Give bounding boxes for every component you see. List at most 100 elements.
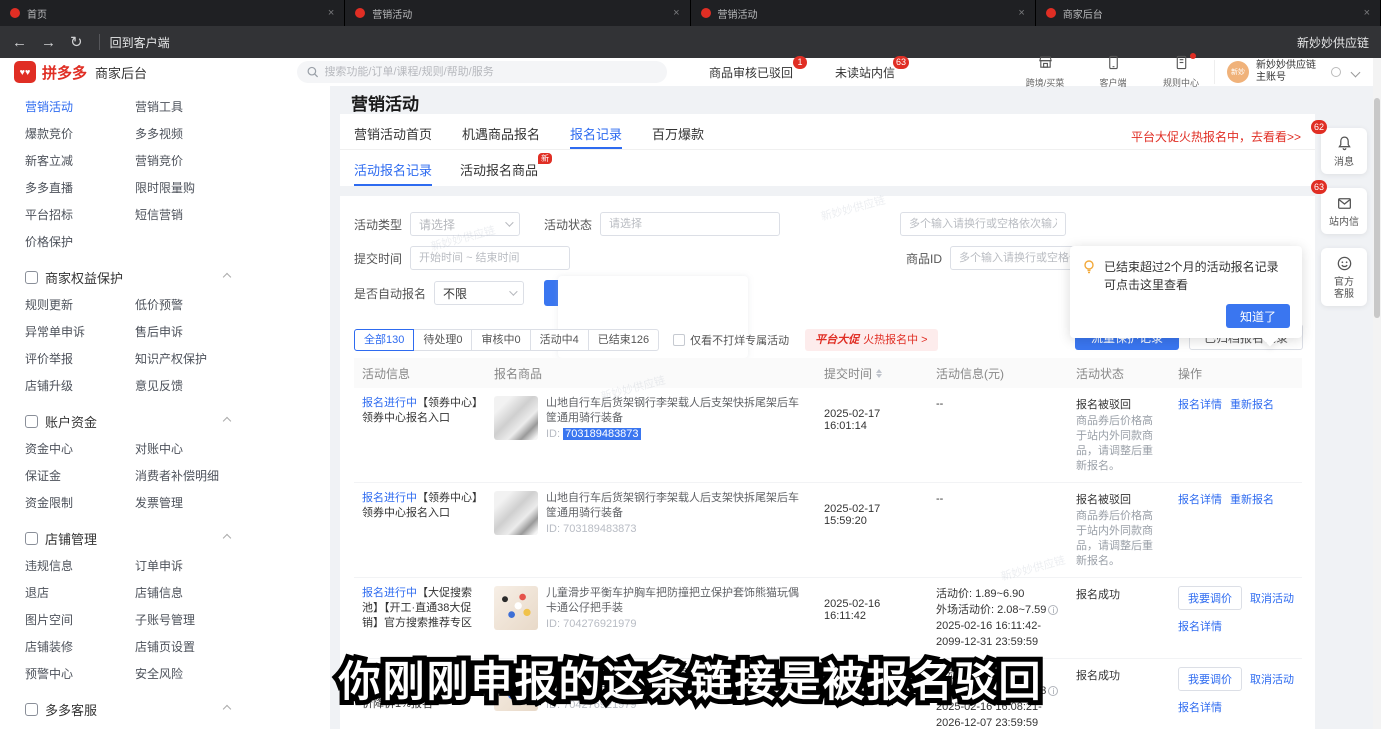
sidebar-item-售后申诉[interactable]: 售后申诉 bbox=[135, 319, 245, 346]
browser-profile-label[interactable]: 新妙妙供应链 bbox=[1297, 34, 1369, 51]
tab-title: 营销活动 bbox=[718, 6, 1012, 21]
checkbox[interactable] bbox=[673, 334, 685, 346]
tab-close-icon[interactable]: × bbox=[1018, 7, 1024, 19]
browser-tab[interactable]: 首页× bbox=[0, 0, 345, 26]
scrollbar[interactable] bbox=[1373, 58, 1381, 729]
sort-icon[interactable] bbox=[876, 369, 882, 378]
sidebar-item-发票管理[interactable]: 发票管理 bbox=[135, 490, 245, 517]
sidebar-item-店铺信息[interactable]: 店铺信息 bbox=[135, 580, 245, 607]
action-报名详情[interactable]: 报名详情 bbox=[1178, 491, 1222, 507]
product-title[interactable]: 山地自行车后货架钢行李架载人后支架快拆尾架后车筐通用骑行装备 bbox=[546, 396, 808, 426]
promo-banner-link[interactable]: 平台大促火热报名中，去看看>> bbox=[1131, 128, 1301, 145]
action-取消活动[interactable]: 取消活动 bbox=[1250, 590, 1294, 606]
activity-id-input[interactable] bbox=[900, 212, 1066, 236]
auto-signup-select[interactable]: 不限 bbox=[434, 281, 524, 305]
sidebar-item-新客立减[interactable]: 新客立减 bbox=[25, 148, 135, 175]
quick-item-客户端[interactable]: 客户端 bbox=[1090, 55, 1136, 89]
action-我要调价[interactable]: 我要调价 bbox=[1178, 586, 1242, 610]
product-image[interactable] bbox=[494, 586, 538, 630]
filter-pill-全部130[interactable]: 全部130 bbox=[354, 329, 414, 351]
browser-tab[interactable]: 营销活动× bbox=[345, 0, 690, 26]
tab-报名记录[interactable]: 报名记录 bbox=[570, 124, 622, 149]
scrollbar-thumb[interactable] bbox=[1374, 98, 1380, 318]
global-search[interactable] bbox=[297, 61, 667, 83]
sidebar-item-违规信息[interactable]: 违规信息 bbox=[25, 553, 135, 580]
tab-百万爆款[interactable]: 百万爆款 bbox=[652, 124, 704, 149]
rail-card-站内信[interactable]: 63站内信 bbox=[1321, 188, 1367, 234]
tab-close-icon[interactable]: × bbox=[673, 7, 679, 19]
sidebar-group-header[interactable]: 账户资金 bbox=[25, 406, 230, 436]
product-title[interactable]: 儿童滑步平衡车护胸车把防撞把立保护套饰熊猫玩偶卡通公仔把手装 bbox=[546, 586, 808, 616]
sidebar-item-子账号管理[interactable]: 子账号管理 bbox=[135, 607, 245, 634]
sidebar-item-对账中心[interactable]: 对账中心 bbox=[135, 436, 245, 463]
filter-pill-待处理0[interactable]: 待处理0 bbox=[413, 329, 472, 351]
info-icon[interactable]: i bbox=[1048, 605, 1058, 615]
goods-id-input[interactable] bbox=[950, 246, 1080, 270]
sidebar-item-知识产权保护[interactable]: 知识产权保护 bbox=[135, 346, 245, 373]
chevron-down-icon[interactable] bbox=[1351, 67, 1361, 77]
sidebar-item-平台招标[interactable]: 平台招标 bbox=[25, 202, 135, 229]
tab-close-icon[interactable]: × bbox=[328, 7, 334, 19]
sidebar-item-评价举报[interactable]: 评价举报 bbox=[25, 346, 135, 373]
sidebar-item-订单申诉[interactable]: 订单申诉 bbox=[135, 553, 245, 580]
sidebar-item-限时限量购[interactable]: 限时限量购 bbox=[135, 175, 245, 202]
tab-close-icon[interactable]: × bbox=[1364, 7, 1370, 19]
sidebar-item-营销活动[interactable]: 营销活动 bbox=[25, 94, 135, 121]
sidebar-item-营销竞价[interactable]: 营销竞价 bbox=[135, 148, 245, 175]
product-title[interactable]: 山地自行车后货架钢行李架载人后支架快拆尾架后车筐通用骑行装备 bbox=[546, 491, 808, 521]
unread-mail-link[interactable]: 未读站内信 63 bbox=[835, 64, 895, 81]
product-image[interactable] bbox=[494, 491, 538, 535]
quick-item-跨境/买菜[interactable]: 跨境/买菜 bbox=[1022, 55, 1068, 89]
sidebar-item-店铺升级[interactable]: 店铺升级 bbox=[25, 373, 135, 400]
sidebar-item-资金限制[interactable]: 资金限制 bbox=[25, 490, 135, 517]
pinduoduo-logo-icon[interactable]: ♥♥ bbox=[14, 61, 36, 83]
back-icon[interactable]: ← bbox=[12, 34, 27, 51]
action-报名详情[interactable]: 报名详情 bbox=[1178, 618, 1222, 634]
sidebar-item-退店[interactable]: 退店 bbox=[25, 580, 135, 607]
sidebar-item-图片空间[interactable]: 图片空间 bbox=[25, 607, 135, 634]
action-报名详情[interactable]: 报名详情 bbox=[1178, 396, 1222, 412]
back-to-client-link[interactable]: 回到客户端 bbox=[110, 34, 170, 51]
power-icon[interactable] bbox=[1331, 67, 1341, 77]
filter-pill-已结束126[interactable]: 已结束126 bbox=[588, 329, 659, 351]
rail-card-消息[interactable]: 62消息 bbox=[1321, 128, 1367, 174]
sidebar-item-规则更新[interactable]: 规则更新 bbox=[25, 292, 135, 319]
reload-icon[interactable]: ↻ bbox=[70, 33, 83, 51]
browser-tab[interactable]: 商家后台× bbox=[1036, 0, 1381, 26]
sidebar-item-实时管理[interactable]: 实时管理 bbox=[135, 724, 245, 729]
sidebar-item-异常单申诉[interactable]: 异常单申诉 bbox=[25, 319, 135, 346]
audit-rejected-link[interactable]: 商品审核已驳回 1 bbox=[709, 64, 793, 81]
sidebar-item-客服数据[interactable]: 客服数据 bbox=[25, 724, 135, 729]
filter-pill-活动中4[interactable]: 活动中4 bbox=[530, 329, 589, 351]
got-it-button[interactable]: 知道了 bbox=[1226, 304, 1290, 328]
subtab-活动报名记录[interactable]: 活动报名记录 bbox=[354, 160, 432, 186]
sidebar-item-资金中心[interactable]: 资金中心 bbox=[25, 436, 135, 463]
sidebar-item-营销工具[interactable]: 营销工具 bbox=[135, 94, 245, 121]
search-input[interactable] bbox=[324, 66, 657, 78]
sidebar-item-消费者补偿明细[interactable]: 消费者补偿明细 bbox=[135, 463, 245, 490]
action-重新报名[interactable]: 重新报名 bbox=[1230, 491, 1274, 507]
product-image[interactable] bbox=[494, 396, 538, 440]
quick-item-规则中心[interactable]: 规则中心 bbox=[1158, 55, 1204, 89]
action-重新报名[interactable]: 重新报名 bbox=[1230, 396, 1274, 412]
sidebar-item-保证金[interactable]: 保证金 bbox=[25, 463, 135, 490]
sidebar-item-短信营销[interactable]: 短信营销 bbox=[135, 202, 245, 229]
sidebar-item-低价预警[interactable]: 低价预警 bbox=[135, 292, 245, 319]
tab-机遇商品报名[interactable]: 机遇商品报名 bbox=[462, 124, 540, 149]
sidebar-group-header[interactable]: 店铺管理 bbox=[25, 523, 230, 553]
promo-hot-badge[interactable]: 平台大促火热报名中 > bbox=[805, 329, 937, 351]
sidebar-group-header[interactable]: 商家权益保护 bbox=[25, 262, 230, 292]
filter-pill-审核中0[interactable]: 审核中0 bbox=[471, 329, 530, 351]
sidebar-item-爆款竞价[interactable]: 爆款竞价 bbox=[25, 121, 135, 148]
sidebar-item-多多直播[interactable]: 多多直播 bbox=[25, 175, 135, 202]
sidebar-item-价格保护[interactable]: 价格保护 bbox=[25, 229, 135, 256]
sidebar-item-意见反馈[interactable]: 意见反馈 bbox=[135, 373, 245, 400]
tab-营销活动首页[interactable]: 营销活动首页 bbox=[354, 124, 432, 149]
activity-status-input[interactable] bbox=[600, 212, 780, 236]
subtab-活动报名商品[interactable]: 活动报名商品新 bbox=[460, 160, 538, 186]
browser-tab[interactable]: 营销活动 × bbox=[691, 0, 1036, 26]
forward-icon[interactable]: → bbox=[41, 34, 56, 51]
rail-card-官方客服[interactable]: 官方客服 bbox=[1321, 248, 1367, 306]
sidebar-item-多多视频[interactable]: 多多视频 bbox=[135, 121, 245, 148]
account-menu[interactable]: 新妙 新妙妙供应链 主账号 bbox=[1214, 60, 1359, 84]
